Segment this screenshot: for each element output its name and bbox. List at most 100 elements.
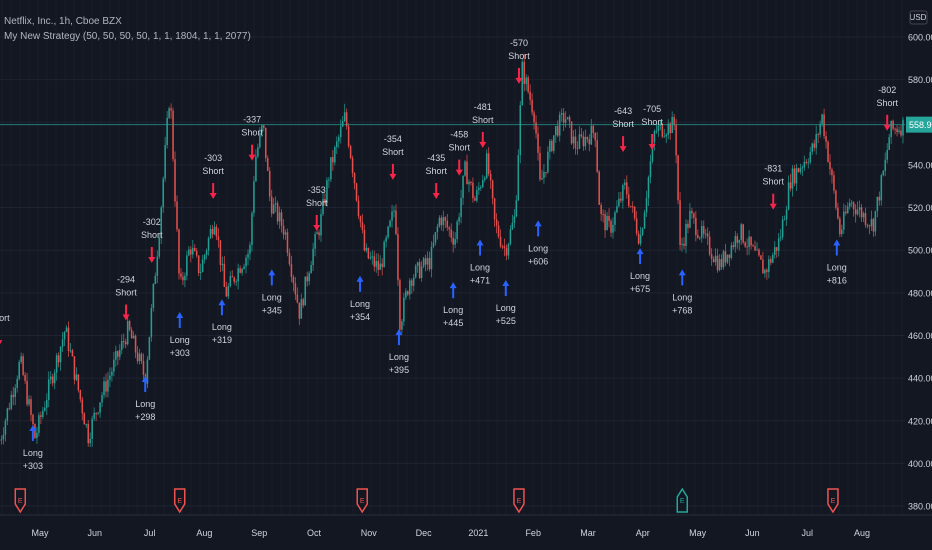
candle-body — [760, 255, 762, 260]
candle-body — [375, 261, 378, 267]
candle-body — [253, 181, 255, 214]
candle-body — [85, 424, 88, 426]
candle-body — [841, 229, 843, 235]
candle-body — [649, 161, 652, 178]
candle-body — [383, 241, 385, 268]
candle-body — [773, 247, 776, 255]
candle-body — [783, 219, 786, 221]
candle-body — [710, 254, 713, 259]
signal-pnl: -294 — [117, 275, 135, 285]
candle-body — [341, 121, 344, 127]
candle-body — [517, 155, 520, 201]
candle-body — [481, 180, 484, 188]
candle-body — [47, 379, 50, 400]
candle-body — [215, 226, 218, 237]
price-tick-label: 520.00 — [908, 203, 932, 213]
signal-label: Long — [827, 263, 847, 273]
signal-pnl: +303 — [170, 348, 190, 358]
candle-body — [900, 130, 902, 136]
signal-pnl: +319 — [212, 335, 232, 345]
candle-body — [36, 432, 38, 439]
candle-body — [602, 214, 604, 216]
candle-body — [188, 249, 190, 256]
price-tick-label: 460.00 — [908, 331, 932, 341]
price-chart[interactable]: Short Long +303 -294 Short Long +298 -302 Short L… — [0, 0, 932, 550]
candle-body — [422, 258, 425, 267]
candle-body — [702, 226, 705, 234]
candle-body — [732, 245, 735, 248]
candle-body — [203, 254, 206, 260]
candle-body — [742, 224, 744, 243]
candle-body — [231, 276, 234, 278]
candle-body — [592, 125, 595, 133]
candle-body — [405, 291, 407, 298]
strategy-title[interactable]: My New Strategy (50, 50, 50, 50, 1, 1, 1… — [4, 29, 251, 44]
candle-body — [263, 125, 265, 128]
candle-body — [677, 155, 679, 201]
candle-body — [472, 182, 474, 199]
candle-body — [257, 147, 259, 157]
candle-body — [787, 182, 790, 210]
candle-body — [675, 125, 677, 156]
candle-body — [574, 136, 577, 149]
candle-body — [568, 117, 571, 122]
signal-pnl: -643 — [614, 106, 632, 116]
candle-body — [126, 321, 129, 345]
earnings-letter: E — [517, 498, 522, 505]
signal-pnl: +525 — [496, 316, 516, 326]
candle-body — [150, 308, 153, 337]
candle-body — [801, 167, 804, 169]
signal-label: Short — [876, 98, 898, 108]
candle-body — [758, 249, 760, 256]
candle-body — [754, 246, 756, 251]
signal-label: Long — [496, 303, 516, 313]
candle-body — [4, 420, 7, 435]
candle-body — [209, 229, 212, 239]
time-tick-label: Mar — [580, 528, 596, 538]
candle-body — [268, 170, 271, 197]
candle-body — [282, 225, 285, 235]
candle-body — [12, 394, 15, 397]
time-tick-label: May — [689, 528, 707, 538]
signal-pnl: -705 — [643, 104, 661, 114]
candle-body — [633, 206, 636, 219]
candle-body — [446, 220, 449, 228]
candle-body — [377, 261, 380, 270]
signal-label: Long — [528, 243, 548, 253]
candle-body — [480, 187, 482, 189]
candle-body — [371, 256, 374, 258]
symbol-title[interactable]: Netflix, Inc., 1h, Cboe BZX — [4, 14, 251, 29]
candle-body — [685, 223, 687, 246]
candle-body — [858, 207, 861, 210]
candle-body — [823, 114, 825, 137]
candle-body — [300, 299, 303, 319]
candle-body — [71, 350, 74, 357]
earnings-letter: E — [177, 498, 182, 505]
candle-body — [523, 61, 526, 84]
signal-pnl: +354 — [350, 312, 370, 322]
candle-body — [38, 415, 40, 433]
candle-body — [107, 379, 109, 392]
candle-body — [339, 126, 342, 138]
candle-body — [174, 159, 176, 202]
candle-body — [197, 255, 200, 274]
candle-body — [138, 353, 141, 362]
candle-body — [478, 187, 480, 191]
candle-body — [103, 381, 105, 396]
candle-body — [395, 210, 397, 235]
candle-body — [24, 374, 26, 381]
time-tick-label: May — [31, 528, 49, 538]
signal-pnl: -435 — [427, 153, 445, 163]
currency-label[interactable]: USD — [910, 13, 927, 22]
candle-body — [142, 361, 145, 375]
candle-body — [770, 259, 772, 263]
candle-body — [361, 222, 364, 230]
candle-body — [831, 169, 833, 176]
candle-body — [608, 215, 610, 221]
candle-body — [554, 126, 557, 136]
candle-body — [359, 216, 362, 223]
candle-body — [898, 130, 900, 133]
signal-label: Short — [306, 198, 328, 208]
candle-body — [872, 219, 875, 232]
candle-body — [556, 126, 559, 136]
